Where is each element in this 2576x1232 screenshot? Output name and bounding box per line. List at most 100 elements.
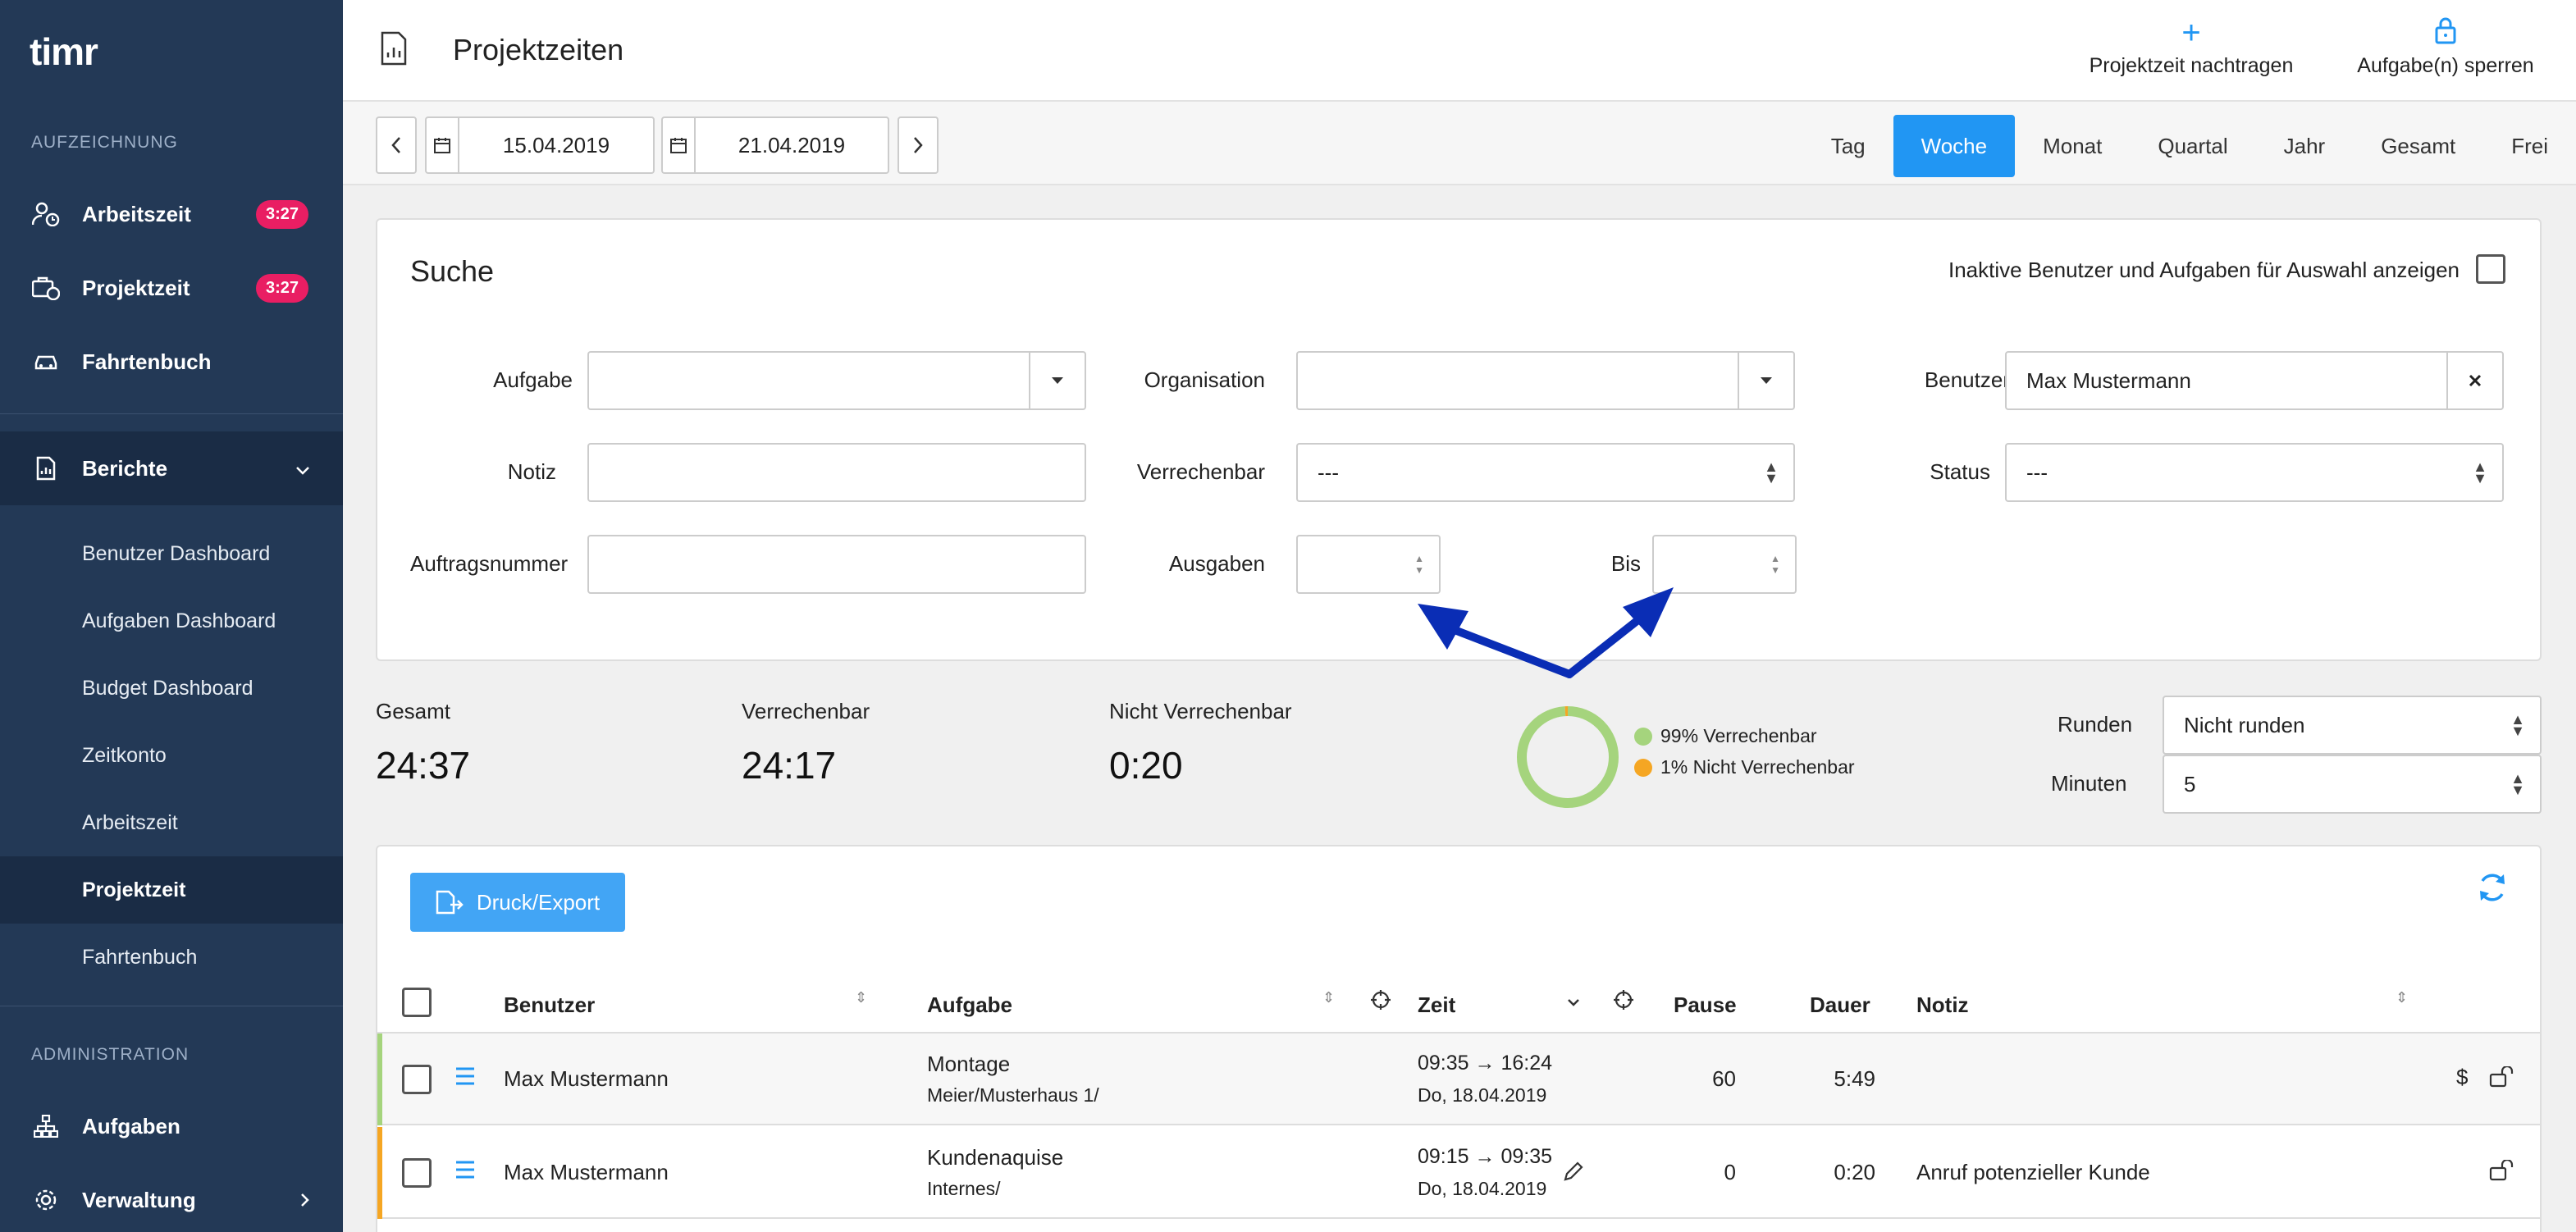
column-header-user[interactable]: Benutzer [504,992,595,1018]
sort-icon[interactable]: ⇕ [855,989,867,1006]
select-arrows-icon: ▲ ▼ [2473,459,2487,486]
chevron-down-icon[interactable] [1567,996,1580,1011]
user-select-value: Max Mustermann [2026,367,2191,393]
unlock-icon[interactable] [2489,1158,2515,1185]
tab-quartal[interactable]: Quartal [2130,115,2255,177]
row-status-bar [377,1034,382,1125]
crosshair-icon[interactable] [1613,989,1634,1015]
column-header-task[interactable]: Aufgabe [927,992,1012,1018]
sidebar-divider [0,413,343,414]
minutes-select[interactable]: 5 ▲ ▼ [2163,755,2542,814]
timer-badge: 3:27 [255,199,308,229]
calendar-icon-from[interactable] [425,116,458,174]
chevron-right-icon [300,1188,310,1213]
sidebar-item-fahrtenbuch[interactable]: Fahrtenbuch [0,325,343,399]
tab-gesamt[interactable]: Gesamt [2353,115,2483,177]
status-select[interactable]: --- ▲ ▼ [2005,443,2504,502]
column-header-duration: Dauer [1810,992,1870,1017]
sidebar-item-verwaltung[interactable]: Verwaltung [0,1163,343,1232]
row-note: Anruf potenzieller Kunde [1916,1160,2150,1184]
date-from-input[interactable]: 15.04.2019 [458,116,655,174]
sidebar-item-berichte[interactable]: Berichte [0,431,343,505]
table-row[interactable]: Max Mustermann Montage Meier/Musterhaus … [377,1034,2540,1125]
organisation-label: Organisation [1144,367,1265,392]
spinner-icon: ▲ ▼ [1770,553,1780,576]
row-status-bar [377,1127,382,1219]
sidebar-item-aufgaben[interactable]: Aufgaben [0,1089,343,1163]
row-date: Do, 18.04.2019 [1418,1178,1547,1199]
section-label-admin: ADMINISTRATION [31,1045,190,1064]
print-export-button[interactable]: Druck/Export [410,873,625,932]
sidebar-item-arbeitszeit[interactable]: Arbeitszeit 3:27 [0,177,343,251]
sidebar-subitem-aufgaben-dashboard[interactable]: Aufgaben Dashboard [0,587,343,655]
sidebar-subitem-zeitkonto[interactable]: Zeitkonto [0,722,343,789]
crosshair-icon[interactable] [1370,989,1391,1015]
spinner-icon: ▲ ▼ [1414,553,1424,576]
sort-icon[interactable]: ⇕ [1322,989,1335,1006]
legend-nonbillable: 1% Nicht Verrechenbar [1634,756,1855,778]
pencil-icon[interactable] [1562,1160,1585,1187]
row-checkbox[interactable] [402,1065,432,1094]
sidebar-item-label: Verwaltung [82,1187,196,1212]
rounding-select[interactable]: Nicht runden ▲ ▼ [2163,696,2542,755]
sidebar-subitem-arbeitszeit[interactable]: Arbeitszeit [0,789,343,856]
period-tabs: Tag Woche Monat Quartal Jahr Gesamt Frei [1803,115,2576,177]
menu-icon[interactable] [454,1066,476,1090]
lock-tasks-button[interactable]: Aufgabe(n) sperren [2335,16,2556,78]
previous-period-button[interactable] [376,116,417,174]
dropdown-caret-icon [1738,353,1793,408]
sidebar-subitem-benutzer-dashboard[interactable]: Benutzer Dashboard [0,520,343,587]
user-clock-icon [31,199,61,229]
order-number-input[interactable] [587,535,1086,594]
total-value: 24:37 [376,744,471,787]
hierarchy-icon [31,1111,61,1141]
add-project-time-button[interactable]: + Projektzeit nachtragen [2084,16,2299,78]
tab-monat[interactable]: Monat [2015,115,2130,177]
sidebar-subitem-budget-dashboard[interactable]: Budget Dashboard [0,655,343,722]
next-period-button[interactable] [897,116,939,174]
menu-icon[interactable] [454,1160,476,1184]
add-project-time-label: Projektzeit nachtragen [2089,54,2294,77]
task-select[interactable] [587,351,1086,410]
sidebar-item-label: Aufgaben [82,1113,180,1138]
tab-jahr[interactable]: Jahr [2256,115,2354,177]
organisation-select[interactable] [1296,351,1795,410]
sidebar-subitem-projektzeit[interactable]: Projektzeit [0,856,343,924]
inactive-toggle-checkbox[interactable] [2476,254,2505,284]
row-duration: 0:20 [1834,1160,1875,1184]
tab-frei[interactable]: Frei [2483,115,2576,177]
calendar-icon-to[interactable] [661,116,694,174]
refresh-icon[interactable] [2476,871,2509,908]
user-label: Benutzer [1924,367,2010,392]
results-table-panel: Druck/Export Benutzer ⇕ Aufgabe ⇕ Zeit P… [376,845,2542,1232]
report-document-icon [381,31,407,70]
unlock-icon[interactable] [2489,1065,2515,1092]
legend-nonbillable-text: 1% Nicht Verrechenbar [1660,756,1855,778]
billable-select-value: --- [1318,459,1339,485]
row-checkbox[interactable] [402,1158,432,1188]
column-header-note[interactable]: Notiz [1916,992,1969,1018]
legend-billable-text: 99% Verrechenbar [1660,725,1817,746]
column-header-time[interactable]: Zeit [1418,992,1455,1018]
timr-logo[interactable]: timr [30,30,98,74]
billable-select[interactable]: --- ▲ ▼ [1296,443,1795,502]
billable-label: Verrechenbar [1136,459,1265,484]
date-to-input[interactable]: 21.04.2019 [694,116,889,174]
dollar-icon[interactable]: $ [2456,1065,2468,1090]
page-title: Projektzeiten [453,33,624,66]
sidebar-subitem-fahrtenbuch[interactable]: Fahrtenbuch [0,924,343,991]
tab-woche[interactable]: Woche [1893,115,2016,177]
sidebar-item-projektzeit[interactable]: Projektzeit 3:27 [0,251,343,325]
table-row[interactable]: Max Mustermann Kundenaquise Internes/ 09… [377,1127,2540,1219]
select-all-checkbox[interactable] [402,988,432,1017]
rounding-label: Runden [2058,712,2133,737]
note-input[interactable] [587,443,1086,502]
plus-icon: + [2181,15,2201,51]
user-select[interactable]: Max Mustermann [2005,351,2504,410]
row-user: Max Mustermann [504,1066,669,1091]
billable-sum-value: 24:17 [742,744,837,787]
clear-icon[interactable] [2446,353,2502,408]
timer-badge: 3:27 [255,273,308,303]
tab-tag[interactable]: Tag [1803,115,1893,177]
sort-icon[interactable]: ⇕ [2396,989,2408,1006]
